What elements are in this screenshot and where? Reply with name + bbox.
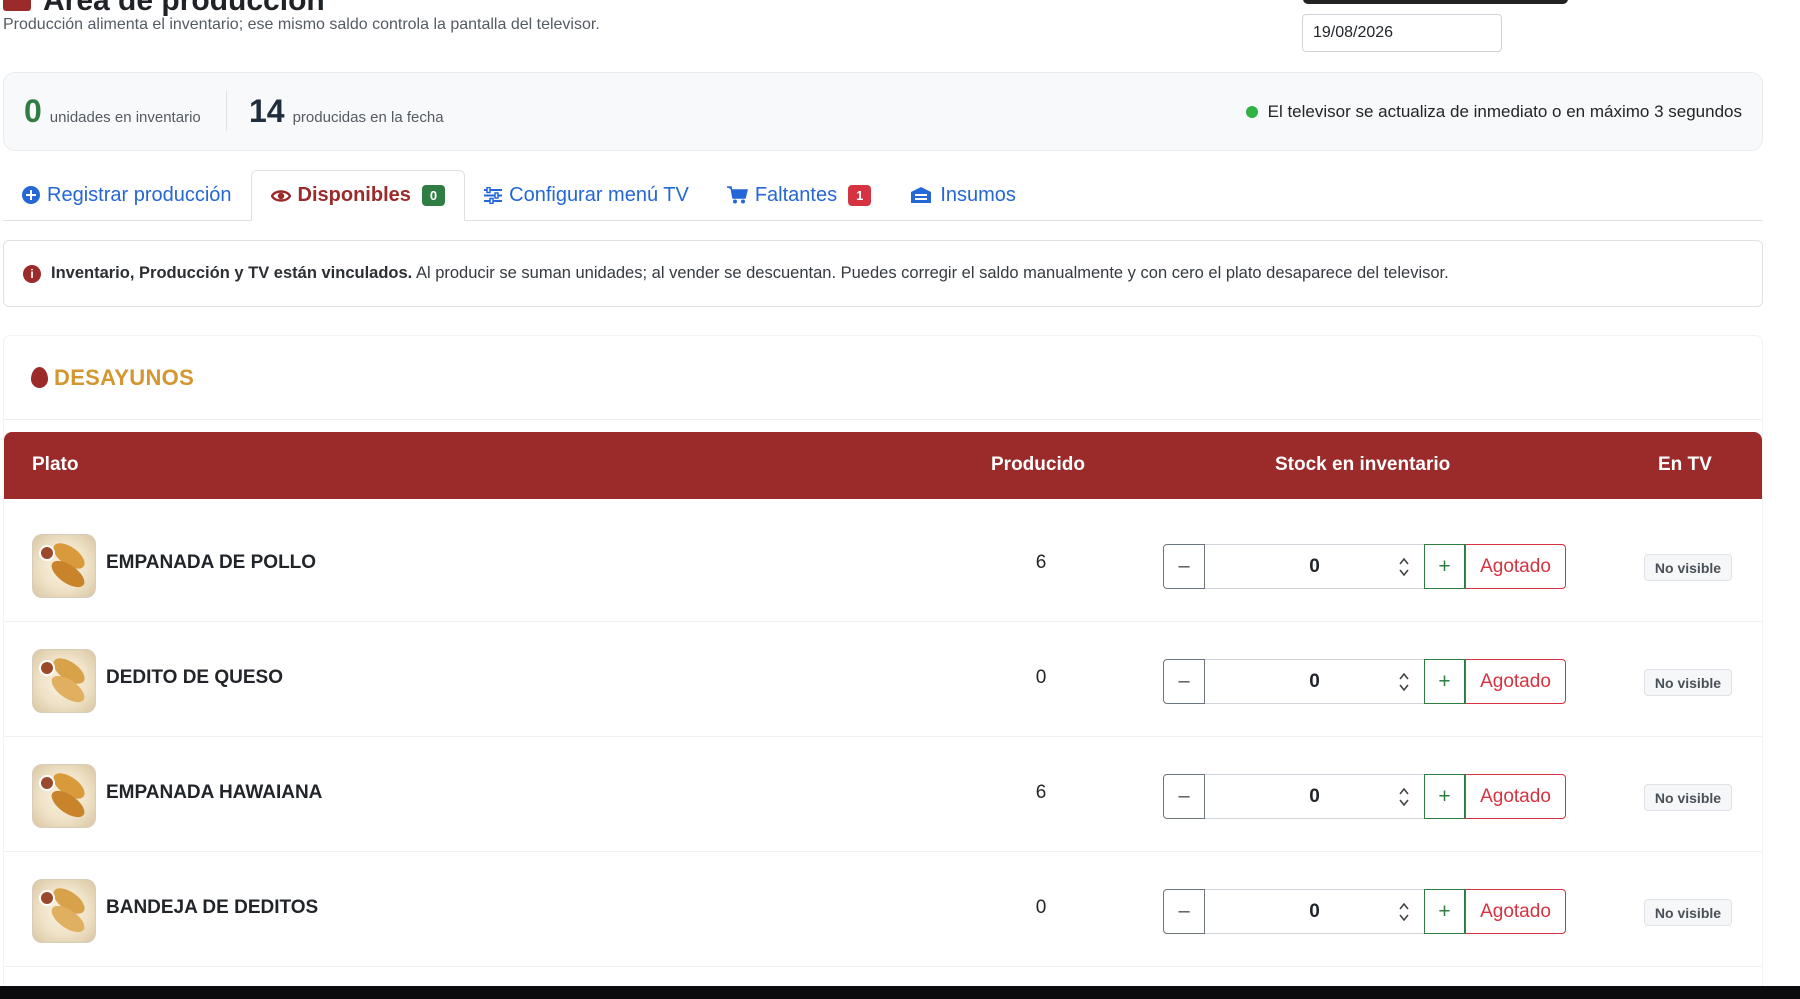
stock-input[interactable]: 0	[1205, 889, 1424, 934]
tab-label: Insumos	[940, 183, 1016, 206]
dish-photo	[32, 649, 96, 713]
produced-count: 14	[249, 93, 285, 129]
spinner-icon[interactable]	[1398, 901, 1410, 923]
box-icon	[909, 186, 933, 204]
section-title: DESAYUNOS	[54, 364, 195, 390]
dish-name: EMPANADA DE POLLO	[106, 552, 317, 573]
increase-stock-button[interactable]: +	[1424, 774, 1465, 819]
alert-text: Inventario, Producción y TV están vincul…	[51, 264, 1449, 283]
tab-label: Disponibles	[297, 184, 411, 206]
info-icon: i	[23, 264, 41, 283]
stock-control: – 0 + Agotado	[1163, 774, 1566, 819]
missing-count-badge: 1	[848, 184, 872, 206]
dish-photo	[32, 534, 96, 598]
stock-input[interactable]: 0	[1205, 544, 1424, 589]
stock-value: 0	[1309, 785, 1320, 807]
increase-stock-button[interactable]: +	[1424, 659, 1465, 704]
produced-count: 6	[1035, 782, 1047, 803]
tab-label: Registrar producción	[47, 183, 232, 206]
dish-name: BANDEJA DE DEDITOS	[106, 897, 319, 918]
tv-live-text: El televisor se actualiza de inmediato o…	[1267, 102, 1742, 121]
alert-body-text: Al producir se suman unidades; al vender…	[412, 264, 1449, 282]
page-subtitle: Producción alimenta el inventario; ese m…	[3, 16, 600, 33]
table-row: DEDITO DE QUESO 0 – 0 + Agotado No visib…	[4, 623, 1762, 737]
plus-circle-icon	[22, 186, 40, 204]
stock-value: 0	[1309, 900, 1320, 922]
tab-label: Faltantes	[754, 183, 838, 206]
stock-control: – 0 + Agotado	[1163, 659, 1566, 704]
sold-out-button[interactable]: Agotado	[1465, 659, 1566, 704]
decrease-stock-button[interactable]: –	[1163, 544, 1205, 589]
inventory-label: unidades en inventario	[49, 109, 201, 126]
alert-bold-text: Inventario, Producción y TV están vincul…	[51, 264, 413, 282]
stock-control: – 0 + Agotado	[1163, 889, 1566, 934]
date-field[interactable]	[1302, 14, 1502, 52]
produced-label: producidas en la fecha	[292, 109, 444, 126]
tab-bar: Registrar producción Disponibles 0 Confi…	[3, 170, 1763, 221]
factory-icon	[3, 0, 31, 11]
tab-missing[interactable]: Faltantes 1	[708, 170, 891, 220]
tab-configure-tv-menu[interactable]: Configurar menú TV	[465, 170, 708, 220]
inventory-count: 0	[24, 93, 42, 129]
spinner-icon[interactable]	[1398, 786, 1410, 808]
info-alert: i Inventario, Producción y TV están vinc…	[3, 240, 1763, 307]
cart-icon	[726, 186, 748, 204]
tv-visibility-badge: No visible	[1644, 554, 1732, 581]
stock-value: 0	[1309, 670, 1320, 692]
available-count-badge: 0	[421, 185, 446, 206]
egg-icon	[31, 367, 48, 388]
produced-count: 0	[1035, 897, 1047, 918]
live-dot-icon	[1245, 106, 1258, 118]
section-header: DESAYUNOS	[4, 336, 1762, 420]
spinner-icon[interactable]	[1398, 556, 1410, 578]
decrease-stock-button[interactable]: –	[1163, 774, 1205, 819]
stock-input[interactable]: 0	[1205, 659, 1424, 704]
stock-input[interactable]: 0	[1205, 774, 1424, 819]
summary-card: 0 unidades en inventario 14 producidas e…	[3, 72, 1763, 151]
table-header: Plato Producido Stock en inventario En T…	[4, 432, 1762, 499]
production-page: Área de producción Producción alimenta e…	[0, 0, 1800, 999]
column-header-tv: En TV	[1658, 454, 1712, 475]
decrease-stock-button[interactable]: –	[1163, 889, 1205, 934]
table-row: EMPANADA DE POLLO 6 – 0 + Agotado No vis…	[4, 508, 1762, 622]
eye-icon	[270, 188, 291, 204]
increase-stock-button[interactable]: +	[1424, 544, 1465, 589]
tv-visibility-badge: No visible	[1644, 899, 1732, 926]
tab-available[interactable]: Disponibles 0	[250, 170, 466, 221]
date-toolbar-edge	[1303, 0, 1568, 4]
spinner-icon[interactable]	[1398, 671, 1410, 693]
breakfast-section: DESAYUNOS Plato Producido Stock en inven…	[3, 335, 1763, 999]
tab-register-production[interactable]: Registrar producción	[3, 170, 251, 220]
tab-supplies[interactable]: Insumos	[890, 170, 1035, 220]
dish-name: EMPANADA HAWAIANA	[106, 782, 323, 803]
produced-count: 6	[1035, 552, 1047, 573]
stock-control: – 0 + Agotado	[1163, 544, 1566, 589]
produced-count: 0	[1035, 667, 1047, 688]
sold-out-button[interactable]: Agotado	[1465, 889, 1566, 934]
tab-label: Configurar menú TV	[509, 183, 689, 206]
dish-photo	[32, 764, 96, 828]
tv-live-status: El televisor se actualiza de inmediato o…	[1245, 102, 1742, 122]
sliders-icon	[484, 186, 503, 204]
screen-bottom-edge	[0, 986, 1800, 999]
column-header-dish: Plato	[32, 454, 79, 475]
tv-visibility-badge: No visible	[1644, 784, 1732, 811]
dish-name: DEDITO DE QUESO	[106, 667, 284, 688]
dish-photo	[32, 879, 96, 943]
decrease-stock-button[interactable]: –	[1163, 659, 1205, 704]
table-row: BANDEJA DE DEDITOS 0 – 0 + Agotado No vi…	[4, 853, 1762, 967]
stat-divider	[226, 91, 227, 131]
column-header-produced: Producido	[991, 454, 1085, 475]
produced-stat: 14 producidas en la fecha	[249, 93, 444, 130]
table-row: EMPANADA HAWAIANA 6 – 0 + Agotado No vis…	[4, 738, 1762, 852]
sold-out-button[interactable]: Agotado	[1465, 774, 1566, 819]
increase-stock-button[interactable]: +	[1424, 889, 1465, 934]
tv-visibility-badge: No visible	[1644, 669, 1732, 696]
sold-out-button[interactable]: Agotado	[1465, 544, 1566, 589]
stock-value: 0	[1309, 555, 1320, 577]
inventory-stat: 0 unidades en inventario	[24, 93, 201, 130]
column-header-stock: Stock en inventario	[1275, 454, 1451, 475]
